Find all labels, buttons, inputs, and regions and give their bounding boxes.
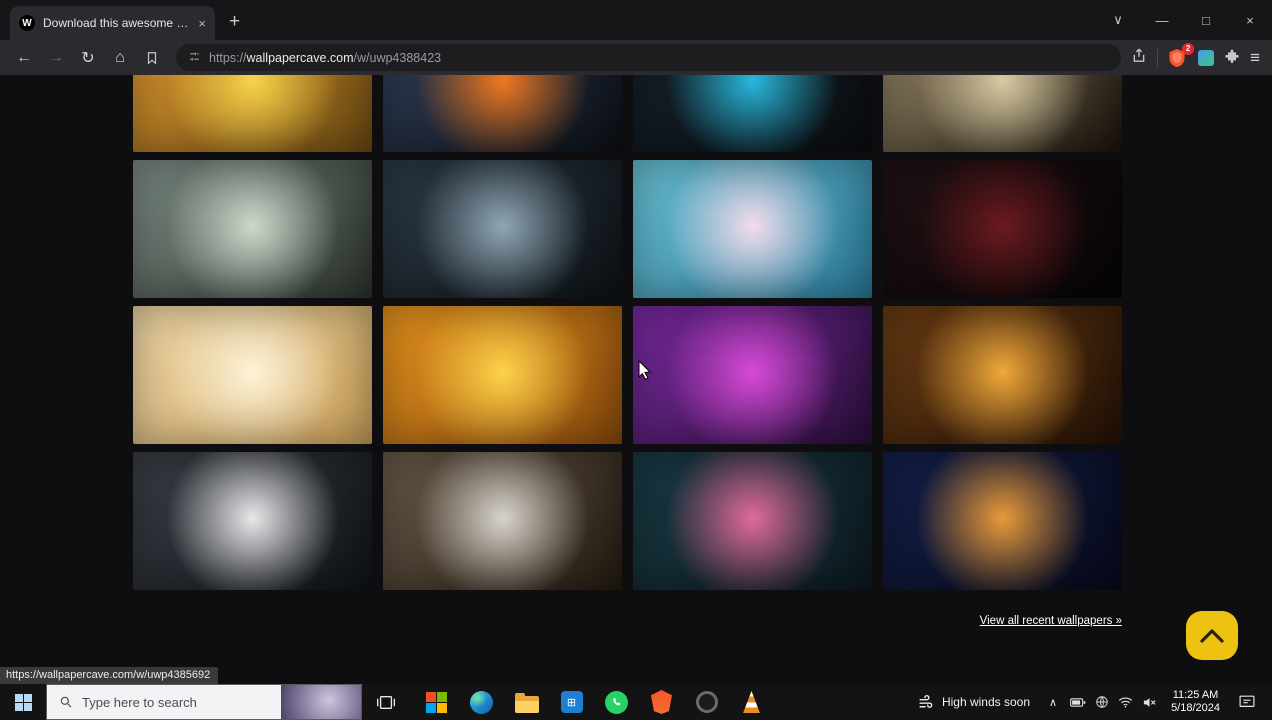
brave-icon[interactable] <box>639 684 684 720</box>
wallpaper-thumb-blue-lamborghini[interactable] <box>633 75 872 152</box>
toolbar-divider <box>1157 48 1159 67</box>
home-icon[interactable]: ⌂ <box>106 44 134 72</box>
microsoft-app-icon[interactable] <box>414 684 459 720</box>
browser-tab[interactable]: W Download this awesome wallpa × <box>10 6 215 40</box>
network-icon[interactable] <box>1095 695 1109 709</box>
wallpaper-thumb-octopus[interactable] <box>633 452 872 590</box>
wind-icon <box>919 694 933 708</box>
tab-title: Download this awesome wallpa <box>43 16 190 30</box>
taskbar-clock[interactable]: 11:25 AM 5/18/2024 <box>1167 689 1224 715</box>
tray-icons <box>1070 695 1157 709</box>
windows-logo-icon <box>14 693 32 711</box>
url-text: https://wallpapercave.com/w/uwp4388423 <box>209 50 442 65</box>
battery-icon[interactable] <box>1070 696 1086 709</box>
taskbar: Type here to search ⊞ High winds soon ∧ <box>0 684 1272 720</box>
file-explorer-icon[interactable] <box>504 684 549 720</box>
tab-bar: W Download this awesome wallpa × + ∨ — □… <box>0 0 1272 40</box>
wallpaper-thumb-dirt-bike[interactable] <box>883 75 1122 152</box>
taskbar-apps: ⊞ <box>414 684 774 720</box>
wallpaper-grid <box>133 75 1122 590</box>
search-placeholder: Type here to search <box>82 694 197 710</box>
tab-search-icon[interactable]: ∨ <box>1096 0 1140 40</box>
brave-shield-icon[interactable]: 2 <box>1168 42 1195 68</box>
wallpaper-thumb-dragon-fire[interactable] <box>383 75 622 152</box>
reload-icon[interactable]: ↻ <box>74 44 102 72</box>
forward-icon[interactable]: → <box>42 44 70 72</box>
maximize-button[interactable]: □ <box>1184 0 1228 40</box>
menu-icon[interactable]: ≡ <box>1250 48 1260 68</box>
store-icon[interactable]: ⊞ <box>549 684 594 720</box>
extension-icon[interactable] <box>1198 49 1215 66</box>
address-toolbar: ← → ↻ ⌂ https://wallpapercave.com/w/uwp4… <box>0 40 1272 75</box>
view-all-row: View all recent wallpapers » <box>133 611 1122 629</box>
vlc-icon[interactable] <box>729 684 774 720</box>
hidden-icons-chevron[interactable]: ∧ <box>1046 696 1060 709</box>
puzzle-icon[interactable] <box>1224 47 1240 68</box>
wifi-icon[interactable] <box>1118 696 1133 708</box>
close-button[interactable]: × <box>1228 0 1272 40</box>
wallpaper-thumb-cute-lamb[interactable] <box>133 306 372 444</box>
taskbar-search[interactable]: Type here to search <box>46 684 362 720</box>
whatsapp-icon[interactable] <box>594 684 639 720</box>
site-favicon: W <box>19 15 35 31</box>
tab-close-icon[interactable]: × <box>198 17 206 30</box>
view-all-link[interactable]: View all recent wallpapers » <box>980 615 1122 627</box>
bookmark-icon[interactable] <box>138 44 166 72</box>
wallpaper-thumb-bubble-kitten[interactable] <box>633 160 872 298</box>
wallpaper-thumb-dancing-squirrels[interactable] <box>883 306 1122 444</box>
site-info-icon[interactable] <box>188 50 201 66</box>
new-tab-button[interactable]: + <box>229 11 240 33</box>
scroll-to-top-button[interactable] <box>1186 611 1238 660</box>
clock-date: 5/18/2024 <box>1171 702 1220 714</box>
weather-widget[interactable]: High winds soon <box>912 684 1036 720</box>
search-icon <box>60 696 72 708</box>
mouse-cursor <box>638 359 652 385</box>
clock-time: 11:25 AM <box>1172 689 1219 701</box>
weather-label: High winds soon <box>941 695 1030 709</box>
start-button[interactable] <box>0 684 46 720</box>
wallpaper-thumb-space-lion[interactable] <box>883 452 1122 590</box>
address-bar[interactable]: https://wallpapercave.com/w/uwp4388423 <box>176 44 1122 71</box>
lens-app-icon[interactable] <box>684 684 729 720</box>
wallpaper-thumb-futuristic-car[interactable] <box>133 452 372 590</box>
wallpaper-thumb-grey-kitten[interactable] <box>383 452 622 590</box>
status-url: https://wallpapercave.com/w/uwp4385692 <box>0 667 219 684</box>
back-icon[interactable]: ← <box>10 44 38 72</box>
volume-muted-icon[interactable] <box>1142 696 1157 709</box>
wallpaper-thumb-demon-suit[interactable] <box>883 160 1122 298</box>
page-content: View all recent wallpapers » https://wal… <box>0 75 1272 684</box>
shield-badge: 2 <box>1182 42 1195 55</box>
edge-icon[interactable] <box>459 684 504 720</box>
wallpaper-thumb-tiger-cub[interactable] <box>383 306 622 444</box>
minimize-button[interactable]: — <box>1140 0 1184 40</box>
window-controls: ∨ — □ × <box>1096 0 1272 40</box>
system-tray: High winds soon ∧ 11:25 AM 5/18/2024 <box>912 684 1272 720</box>
share-icon[interactable] <box>1131 47 1147 69</box>
wallpaper-thumb-sunflower[interactable] <box>133 75 372 152</box>
wallpaper-thumb-baby-yoda[interactable] <box>133 160 372 298</box>
chevron-up-icon <box>1200 628 1224 643</box>
wallpaper-thumb-dj-monkey[interactable] <box>633 306 872 444</box>
action-center-icon[interactable] <box>1234 694 1264 710</box>
wallpaper-thumb-eagle-night[interactable] <box>383 160 622 298</box>
search-highlight-image <box>281 685 361 719</box>
task-view-icon[interactable] <box>366 684 406 720</box>
